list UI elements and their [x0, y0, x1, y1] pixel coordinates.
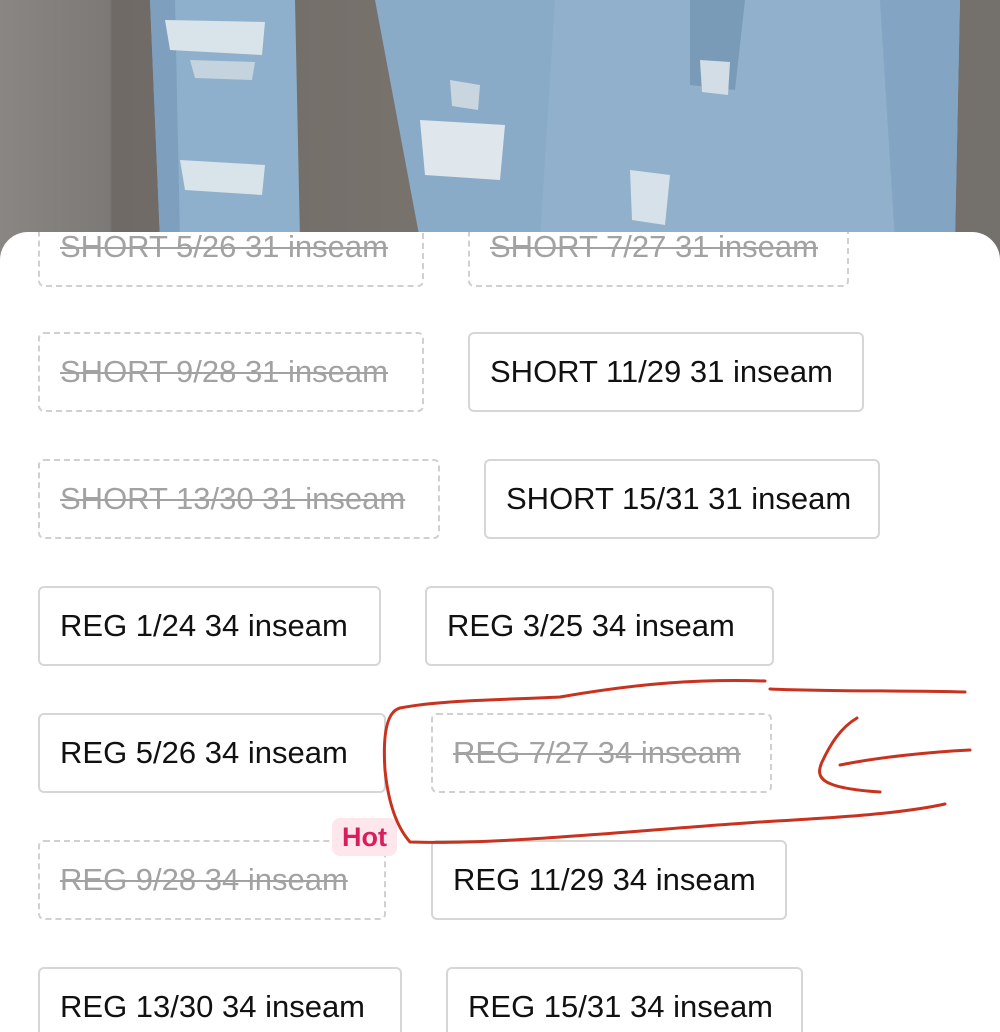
- size-option-label: REG 13/30 34 inseam: [60, 989, 366, 1024]
- hot-badge: Hot: [332, 818, 397, 856]
- size-option-label: SHORT 7/27 31 inseam: [490, 232, 818, 264]
- size-option-short-11-29[interactable]: SHORT 11/29 31 inseam: [468, 332, 864, 412]
- size-option-label: REG 11/29 34 inseam: [453, 862, 756, 897]
- size-option-short-13-30[interactable]: SHORT 13/30 31 inseam: [38, 459, 440, 539]
- size-option-label: SHORT 11/29 31 inseam: [490, 354, 833, 389]
- size-option-label: REG 9/28 34 inseam: [60, 862, 348, 897]
- size-option-short-15-31[interactable]: SHORT 15/31 31 inseam: [484, 459, 880, 539]
- size-option-label: SHORT 15/31 31 inseam: [506, 481, 852, 516]
- size-option-label: REG 1/24 34 inseam: [60, 608, 348, 643]
- size-option-short-9-28[interactable]: SHORT 9/28 31 inseam: [38, 332, 424, 412]
- size-option-reg-11-29[interactable]: REG 11/29 34 inseam: [431, 840, 787, 920]
- size-selector-sheet: SHORT 5/26 31 inseam SHORT 7/27 31 insea…: [0, 232, 1000, 1032]
- size-option-reg-7-27[interactable]: REG 7/27 34 inseam: [431, 713, 772, 793]
- size-option-label: SHORT 9/28 31 inseam: [60, 354, 388, 389]
- size-option-label: REG 15/31 34 inseam: [468, 989, 774, 1024]
- size-option-label: SHORT 5/26 31 inseam: [60, 232, 388, 264]
- size-option-label: REG 5/26 34 inseam: [60, 735, 348, 770]
- size-option-label: REG 7/27 34 inseam: [453, 735, 741, 770]
- product-photo: [0, 0, 1000, 260]
- size-option-label: SHORT 13/30 31 inseam: [60, 481, 406, 516]
- size-option-reg-5-26[interactable]: REG 5/26 34 inseam: [38, 713, 386, 793]
- size-option-short-5-26[interactable]: SHORT 5/26 31 inseam: [38, 232, 424, 287]
- size-option-reg-1-24[interactable]: REG 1/24 34 inseam: [38, 586, 381, 666]
- size-option-reg-3-25[interactable]: REG 3/25 34 inseam: [425, 586, 774, 666]
- size-option-short-7-27[interactable]: SHORT 7/27 31 inseam: [468, 232, 849, 287]
- jeans-photo-icon: [150, 0, 960, 240]
- size-option-label: REG 3/25 34 inseam: [447, 608, 735, 643]
